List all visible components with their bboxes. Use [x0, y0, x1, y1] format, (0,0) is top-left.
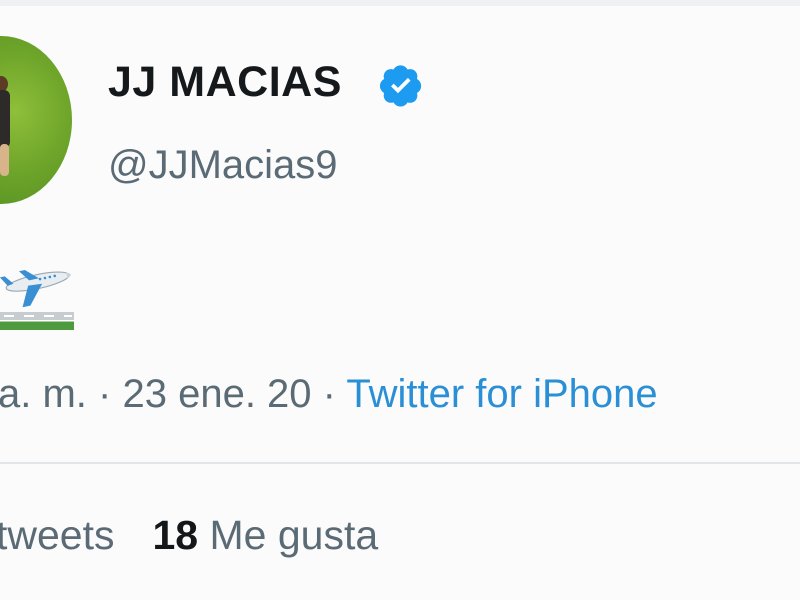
display-name[interactable]: JJ MACIAS — [108, 58, 342, 107]
divider — [0, 462, 800, 464]
top-border — [0, 0, 800, 6]
tweet-card: JJ MACIAS @JJMacias9 a. m. · 23 ene. 20 … — [0, 0, 800, 600]
tweet-time: a. m. — [0, 372, 87, 416]
retweets-label[interactable]: tweets — [0, 512, 115, 558]
likes-count[interactable]: 18 — [153, 512, 199, 558]
avatar-figure-body — [0, 90, 10, 148]
user-handle[interactable]: @JJMacias9 — [108, 143, 338, 188]
tweet-stats: tweets 18 Me gusta — [0, 512, 378, 559]
tweet-source-link[interactable]: Twitter for iPhone — [346, 372, 657, 416]
meta-separator: · — [98, 372, 112, 416]
avatar[interactable] — [0, 36, 72, 204]
likes-label[interactable]: Me gusta — [210, 512, 379, 558]
airplane-departure-emoji — [0, 270, 74, 330]
runway-emoji — [0, 312, 74, 330]
meta-separator: · — [322, 372, 336, 416]
tweet-meta: a. m. · 23 ene. 20 · Twitter for iPhone — [0, 372, 658, 417]
tweet-date[interactable]: 23 ene. 20 — [122, 372, 311, 416]
verified-badge-icon — [379, 65, 422, 107]
avatar-figure-leg — [0, 144, 9, 176]
